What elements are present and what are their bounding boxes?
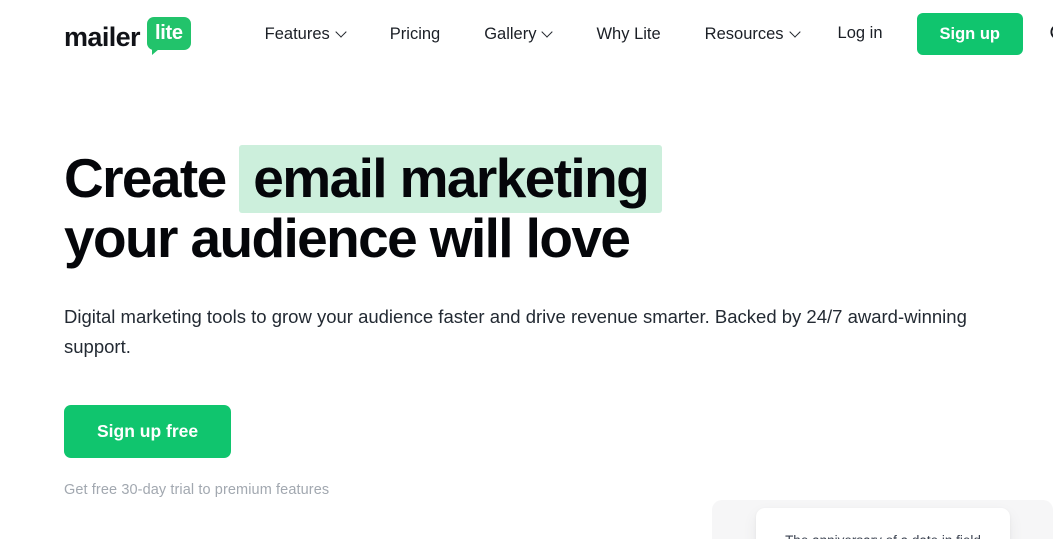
brand-badge-lite: lite: [146, 17, 191, 55]
nav-link-pricing[interactable]: Pricing: [368, 17, 462, 52]
birthday-field-tooltip: The anniversary of a date in field Birth…: [756, 508, 1010, 539]
nav-item-gallery: Gallery: [462, 17, 574, 52]
nav-link-features[interactable]: Features: [243, 17, 368, 52]
hero-heading-line1-plain: Create: [64, 147, 227, 209]
tooltip-text: The anniversary of a date in field Birth…: [782, 531, 984, 539]
chevron-down-icon: [337, 28, 346, 37]
hero-subtitle: Digital marketing tools to grow your aud…: [64, 305, 967, 358]
chevron-down-icon: [791, 28, 800, 37]
nav-label-resources: Resources: [704, 24, 784, 43]
nav-label-pricing: Pricing: [389, 24, 441, 43]
nav-link-resources[interactable]: Resources: [683, 17, 822, 52]
nav-item-resources: Resources: [683, 17, 822, 52]
hero-trial-note: Get free 30-day trial to premium feature…: [64, 482, 330, 499]
nav-label-why-lite: Why Lite: [596, 24, 661, 43]
nav-item-why-lite: Why Lite: [574, 17, 682, 52]
nav-label-features: Features: [264, 24, 330, 43]
nav-label-gallery: Gallery: [484, 24, 537, 43]
hero-heading-highlight: email marketing: [239, 145, 663, 213]
nav-link-gallery[interactable]: Gallery: [462, 17, 574, 52]
search-icon: [1050, 26, 1053, 39]
brand-wordmark: mailer: [64, 22, 141, 52]
search-button[interactable]: [1041, 15, 1053, 52]
hero-signup-free-button[interactable]: Sign up free: [64, 405, 232, 459]
signup-button[interactable]: Sign up: [916, 12, 1024, 56]
nav-item-features: Features: [243, 17, 368, 52]
header-actions: Log in Sign up: [822, 12, 1053, 56]
site-header: mailer lite Features Pricing Gallery Why…: [0, 0, 1053, 68]
login-link[interactable]: Log in: [822, 16, 899, 51]
hero-heading: Create email marketing your audience wil…: [64, 145, 824, 269]
hero-section: Create email marketing your audience wil…: [0, 68, 1053, 539]
tooltip-text-prefix: The anniversary of a date in field: [785, 533, 981, 539]
nav-link-why-lite[interactable]: Why Lite: [574, 17, 682, 52]
hero-heading-line2: your audience will love: [64, 206, 631, 269]
brand-logo[interactable]: mailer lite: [64, 17, 191, 55]
nav-item-pricing: Pricing: [368, 17, 462, 52]
primary-navigation: Features Pricing Gallery Why Lite Resour…: [243, 17, 822, 52]
chevron-down-icon: [543, 28, 552, 37]
